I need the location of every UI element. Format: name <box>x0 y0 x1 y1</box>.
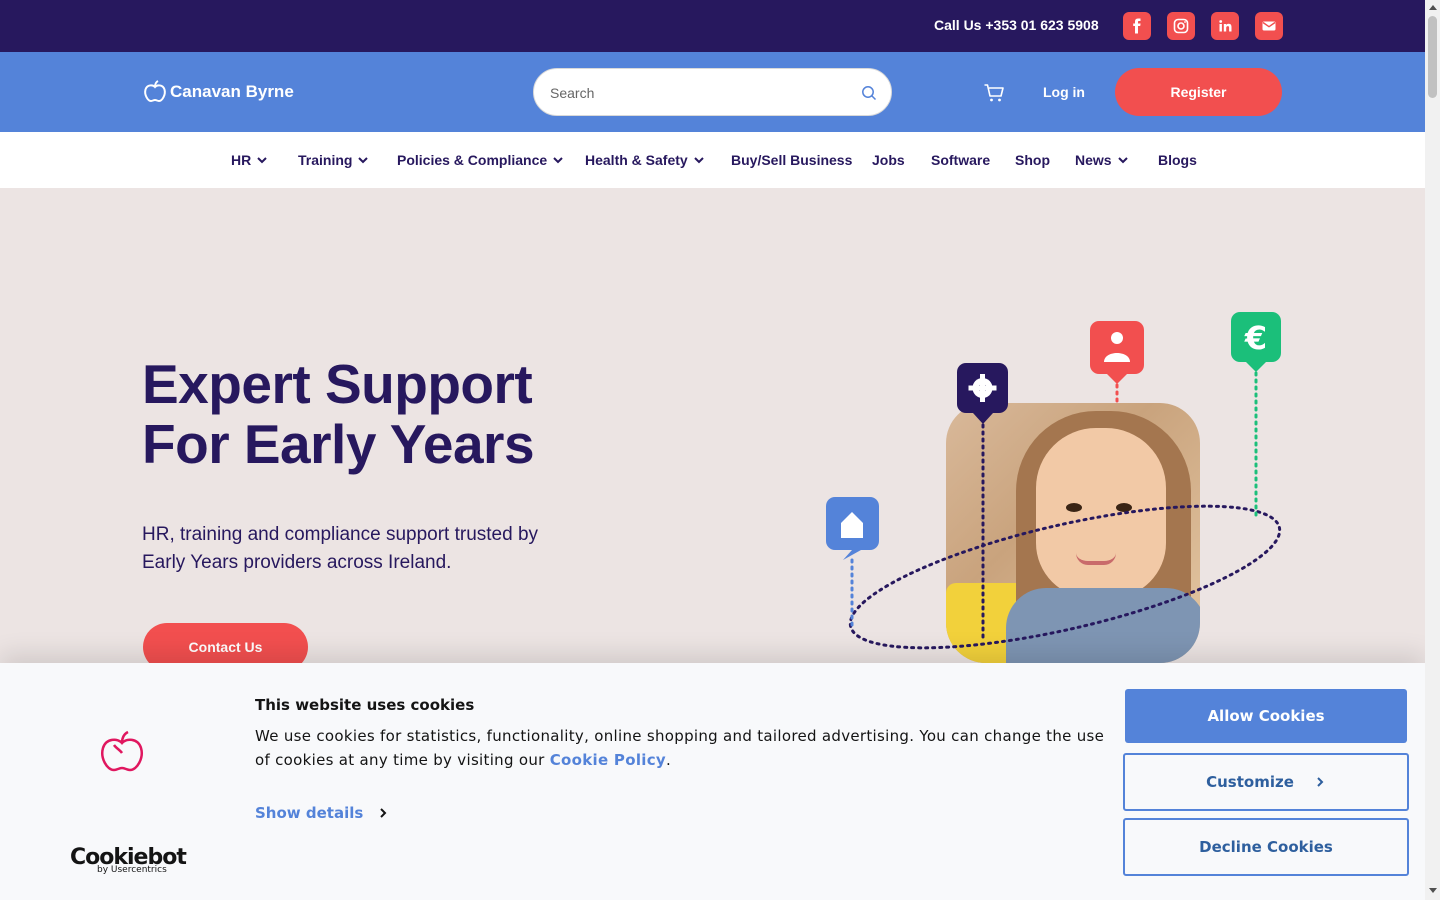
nav-item-health-safety[interactable]: Health & Safety <box>585 152 705 168</box>
scroll-thumb[interactable] <box>1428 16 1437 98</box>
nav-item-label: Shop <box>1015 152 1050 168</box>
instagram-icon <box>1173 18 1189 34</box>
scroll-up-arrow[interactable] <box>1429 5 1437 10</box>
euro-pin: € <box>1231 312 1281 372</box>
customize-label: Customize <box>1206 773 1294 791</box>
nav-item-label: HR <box>231 152 252 168</box>
person-pin <box>1090 321 1144 384</box>
cookiebot-by: by Usercentrics <box>97 865 167 875</box>
cookie-policy-link[interactable]: Cookie Policy <box>550 751 666 769</box>
nav-item-shop[interactable]: Shop <box>1015 152 1050 168</box>
photo-shirt <box>1006 588 1200 663</box>
home-pin <box>826 497 879 560</box>
cookie-text-body: We use cookies for statistics, functiona… <box>255 727 1105 769</box>
top-bar: Call Us +353 01 623 5908 <box>0 0 1425 52</box>
site-header: Canavan Byrne Log in Register <box>0 52 1425 132</box>
chevron-down-icon <box>1117 157 1128 164</box>
chevron-right-icon <box>1317 777 1324 787</box>
decline-cookies-button[interactable]: Decline Cookies <box>1123 818 1409 876</box>
allow-cookies-button[interactable]: Allow Cookies <box>1125 689 1407 743</box>
logo[interactable]: Canavan Byrne <box>142 79 294 105</box>
hero-title-line-2: For Early Years <box>142 413 535 475</box>
customize-button[interactable]: Customize <box>1123 753 1409 811</box>
home-icon <box>841 512 863 538</box>
email-link[interactable] <box>1255 12 1283 40</box>
person-icon <box>1104 332 1130 362</box>
nav-item-label: Software <box>931 152 991 168</box>
nav-item-blogs[interactable]: Blogs <box>1158 152 1197 168</box>
cookie-text: We use cookies for statistics, functiona… <box>255 724 1105 772</box>
instagram-link[interactable] <box>1167 12 1195 40</box>
search-input[interactable] <box>550 82 850 104</box>
nav-item-label: Health & Safety <box>585 152 688 168</box>
call-us-link[interactable]: Call Us +353 01 623 5908 <box>934 17 1099 33</box>
linkedin-icon <box>1219 20 1232 32</box>
login-link[interactable]: Log in <box>1043 84 1085 100</box>
nav-item-label: Jobs <box>872 152 905 168</box>
scrollbar[interactable] <box>1425 0 1440 900</box>
chevron-right-icon <box>380 808 387 818</box>
nav-item-label: Training <box>298 152 353 168</box>
apple-logo-icon <box>144 80 166 103</box>
linkedin-link[interactable] <box>1211 12 1239 40</box>
hero-title-line-1: Expert Support <box>142 353 533 415</box>
photo-mouth <box>1076 553 1116 565</box>
register-button[interactable]: Register <box>1115 68 1282 116</box>
nav-item-label: Buy/Sell Business <box>731 152 853 168</box>
email-icon <box>1262 21 1276 31</box>
gear-icon <box>968 374 997 402</box>
chevron-down-icon <box>358 157 369 164</box>
cookie-banner: Cookiebot by Usercentrics This website u… <box>0 663 1425 900</box>
cookie-text-end: . <box>666 751 672 769</box>
logo-text: Canavan Byrne <box>170 82 294 101</box>
photo-eye <box>1116 503 1132 512</box>
chevron-down-icon <box>553 157 563 164</box>
facebook-link[interactable] <box>1123 12 1151 40</box>
nav-item-buy-sell[interactable]: Buy/Sell Business <box>731 152 852 168</box>
cookie-title: This website uses cookies <box>255 696 475 714</box>
euro-icon: € <box>1244 319 1267 357</box>
nav-item-hr[interactable]: HR <box>231 152 268 168</box>
hero-photo <box>946 403 1200 663</box>
nav-item-software[interactable]: Software <box>931 152 990 168</box>
hero-subtitle: HR, training and compliance support trus… <box>142 524 539 573</box>
cart-icon[interactable] <box>983 82 1005 104</box>
search-box <box>533 68 892 116</box>
page: Call Us +353 01 623 5908 Canavan Byrne L… <box>0 0 1440 900</box>
show-details-label: Show details <box>255 804 364 822</box>
cookie-logo-icon <box>101 730 143 772</box>
nav-item-jobs[interactable]: Jobs <box>872 152 905 168</box>
hero-title: Expert Support For Early Years <box>142 353 535 475</box>
search-icon[interactable] <box>861 85 877 101</box>
chevron-down-icon <box>693 157 704 164</box>
show-details-link[interactable]: Show details <box>255 804 389 822</box>
photo-face <box>1036 428 1166 598</box>
nav-item-label: News <box>1075 152 1112 168</box>
facebook-icon <box>1133 18 1141 34</box>
chevron-down-icon <box>257 157 267 164</box>
photo-eye <box>1066 503 1082 512</box>
nav-item-news[interactable]: News <box>1075 152 1129 168</box>
nav-item-training[interactable]: Training <box>298 152 369 168</box>
main-nav: HR Training Policies & Compliance Health… <box>0 132 1425 188</box>
nav-item-label: Blogs <box>1158 152 1197 168</box>
nav-item-policies[interactable]: Policies & Compliance <box>397 152 564 168</box>
nav-item-label: Policies & Compliance <box>397 152 548 168</box>
scroll-down-arrow[interactable] <box>1429 888 1437 893</box>
